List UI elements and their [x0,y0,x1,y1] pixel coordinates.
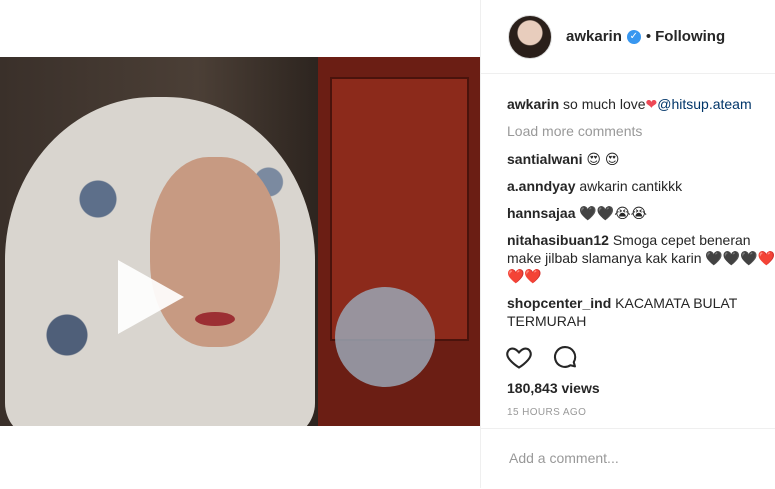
load-more-comments-button[interactable]: Load more comments [507,122,775,140]
comment-item: hannsajaa 🖤🖤😭😭 [507,204,775,222]
post-actions [505,343,579,371]
comment-text: 😍 😍 [586,151,620,167]
caption-username[interactable]: awkarin [507,96,559,112]
avatar[interactable] [508,14,552,59]
username-link[interactable]: awkarin [566,28,622,45]
post-timestamp[interactable]: 15 HOURS AGO [507,407,586,418]
comment-item: nitahasibuan12 Smoga cepet beneran make … [507,231,775,285]
play-icon[interactable] [118,260,184,334]
caption-mention-link[interactable]: @hitsup.ateam [657,96,751,112]
video-person-lips [195,312,235,326]
comment-username[interactable]: a.anndyay [507,178,575,194]
comment-item: a.anndyay awkarin cantikkk [507,177,775,195]
comment-username[interactable]: nitahasibuan12 [507,232,609,248]
video-lamp [335,287,435,387]
caption-text: so much love [563,96,646,112]
view-count[interactable]: 180,843 views [507,380,600,396]
speech-bubble-icon[interactable] [551,343,579,371]
comment-username[interactable]: shopcenter_ind [507,295,611,311]
caption: awkarin so much love❤@hitsup.ateam [507,95,775,113]
heart-outline-icon[interactable] [505,343,533,371]
separator-dot: • [645,28,652,45]
post-sidebar: awkarin ✓ • Following awkarin so much lo… [480,0,775,488]
verified-badge-icon: ✓ [626,29,641,44]
comment-item: shopcenter_ind KACAMATA BULAT TERMURAH [507,294,775,330]
comment-text: 🖤🖤😭😭 [579,205,647,221]
add-comment-section [481,428,775,489]
video-pane [0,0,480,488]
comment-username[interactable]: santialwani [507,151,582,167]
heart-emoji-icon: ❤ [645,96,658,112]
post-header: awkarin ✓ • Following [481,0,775,74]
video-player[interactable] [0,57,480,426]
comments-list: awkarin so much love❤@hitsup.ateam Load … [507,95,775,339]
comment-text: awkarin cantikkk [579,178,683,194]
comment-item: santialwani 😍 😍 [507,150,775,168]
comment-username[interactable]: hannsajaa [507,205,575,221]
add-comment-input[interactable] [507,449,751,467]
following-button[interactable]: Following [655,28,725,45]
